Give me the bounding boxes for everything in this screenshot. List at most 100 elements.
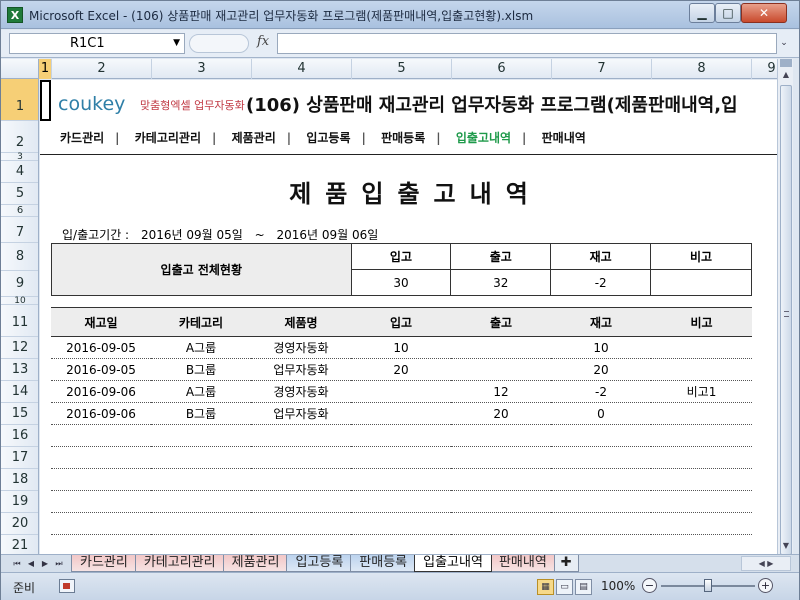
table-cell[interactable]: 비고1	[651, 380, 752, 403]
table-cell[interactable]: A그룹	[151, 380, 251, 403]
menu-item-stock-in[interactable]: 입고등록	[306, 129, 350, 146]
prev-sheet-icon[interactable]: ◀	[25, 556, 37, 571]
sheet-tab-card[interactable]: 카드관리	[71, 555, 137, 572]
row-header[interactable]: 6	[1, 205, 38, 217]
summary-value-stock[interactable]: -2	[550, 269, 652, 296]
record-macro-icon[interactable]	[59, 579, 75, 593]
row-header[interactable]: 11	[1, 305, 38, 337]
table-cell[interactable]	[251, 446, 351, 469]
table-cell[interactable]	[251, 424, 351, 447]
sheet-tab-inout-history[interactable]: 입출고내역	[414, 555, 492, 572]
table-cell[interactable]: A그룹	[151, 336, 251, 359]
sheet-tab-sales-entry[interactable]: 판매등록	[350, 555, 417, 572]
sheet-tab-product[interactable]: 제품관리	[222, 555, 289, 572]
menu-item-inout-history[interactable]: 입출고내역	[456, 129, 511, 146]
table-cell[interactable]: 2016-09-06	[51, 380, 151, 403]
table-cell[interactable]	[351, 402, 451, 425]
period-start-date[interactable]: 2016년 09월 05일	[141, 228, 243, 242]
scroll-down-icon[interactable]: ▼	[778, 538, 794, 554]
scroll-thumb[interactable]	[780, 85, 792, 555]
table-cell[interactable]: 2016-09-05	[51, 336, 151, 359]
worksheet-grid[interactable]: coukey 맞춤형엑셀 업무자동화 (106) 상품판매 재고관리 업무자동화…	[40, 80, 777, 554]
first-sheet-icon[interactable]: ⏮	[11, 556, 23, 571]
row-header[interactable]: 17	[1, 447, 38, 469]
table-cell[interactable]: 업무자동화	[251, 358, 351, 381]
table-cell[interactable]: 업무자동화	[251, 402, 351, 425]
page-break-view-icon[interactable]: ▤	[575, 579, 592, 595]
excel-app-icon[interactable]: X	[7, 7, 23, 23]
close-button[interactable]: ✕	[741, 3, 787, 23]
row-header[interactable]: 13	[1, 359, 38, 381]
table-cell[interactable]: 경영자동화	[251, 380, 351, 403]
row-header[interactable]: 14	[1, 381, 38, 403]
table-cell[interactable]	[551, 468, 651, 491]
table-cell[interactable]	[51, 490, 151, 513]
table-cell[interactable]	[551, 446, 651, 469]
table-cell[interactable]	[451, 358, 551, 381]
split-handle[interactable]	[780, 59, 792, 67]
table-cell[interactable]	[351, 512, 451, 535]
table-cell[interactable]	[651, 512, 752, 535]
table-cell[interactable]	[151, 512, 251, 535]
name-box[interactable]: R1C1 ▼	[9, 33, 185, 54]
table-cell[interactable]: 0	[551, 402, 651, 425]
table-cell[interactable]	[551, 490, 651, 513]
table-cell[interactable]: -2	[551, 380, 651, 403]
column-header[interactable]: 1	[39, 59, 52, 79]
table-cell[interactable]	[151, 468, 251, 491]
table-cell[interactable]	[251, 490, 351, 513]
table-cell[interactable]	[551, 512, 651, 535]
column-header[interactable]: 4	[252, 59, 352, 79]
table-cell[interactable]	[151, 490, 251, 513]
row-header[interactable]: 1	[1, 79, 38, 121]
row-header[interactable]: 5	[1, 183, 38, 205]
row-header[interactable]: 15	[1, 403, 38, 425]
column-header[interactable]: 2	[52, 59, 152, 79]
column-header[interactable]: 3	[152, 59, 252, 79]
vertical-scrollbar[interactable]: ▲ ▼	[777, 59, 794, 555]
scroll-up-icon[interactable]: ▲	[778, 67, 794, 83]
last-sheet-icon[interactable]: ⏭	[53, 556, 65, 571]
menu-item-category[interactable]: 카테고리관리	[135, 129, 201, 146]
table-cell[interactable]	[651, 490, 752, 513]
expand-formula-bar-icon[interactable]: ⌄	[777, 33, 791, 54]
row-header[interactable]: 12	[1, 337, 38, 359]
formula-input[interactable]	[277, 33, 777, 54]
table-cell[interactable]: B그룹	[151, 358, 251, 381]
table-cell[interactable]	[551, 424, 651, 447]
table-cell[interactable]	[51, 512, 151, 535]
summary-value-out[interactable]: 32	[450, 269, 552, 296]
menu-item-card[interactable]: 카드관리	[60, 129, 104, 146]
row-header[interactable]: 20	[1, 513, 38, 535]
sheet-tab-stock-in[interactable]: 입고등록	[286, 555, 353, 572]
row-header[interactable]: 21	[1, 535, 38, 554]
zoom-in-icon[interactable]: +	[758, 578, 773, 593]
table-cell[interactable]: 10	[351, 336, 451, 359]
table-cell[interactable]	[451, 446, 551, 469]
zoom-out-icon[interactable]: −	[642, 578, 657, 593]
menu-item-sales-entry[interactable]: 판매등록	[381, 129, 425, 146]
row-header[interactable]: 7	[1, 217, 38, 243]
insert-sheet-icon[interactable]: ✚	[553, 555, 579, 572]
next-sheet-icon[interactable]: ▶	[39, 556, 51, 571]
table-cell[interactable]	[451, 512, 551, 535]
table-cell[interactable]	[251, 468, 351, 491]
sheet-tab-sales-history[interactable]: 판매내역	[489, 555, 556, 572]
column-header[interactable]: 7	[552, 59, 652, 79]
row-header[interactable]: 4	[1, 161, 38, 183]
summary-value-in[interactable]: 30	[350, 269, 452, 296]
column-header[interactable]: 6	[452, 59, 552, 79]
sheet-tab-category[interactable]: 카테고리관리	[134, 555, 225, 572]
page-layout-view-icon[interactable]: ▭	[556, 579, 573, 595]
table-cell[interactable]	[351, 490, 451, 513]
table-cell[interactable]	[151, 424, 251, 447]
table-cell[interactable]	[451, 424, 551, 447]
horizontal-scrollbar[interactable]: ◀ ▶	[741, 556, 791, 571]
table-cell[interactable]	[451, 468, 551, 491]
table-cell[interactable]	[651, 358, 752, 381]
table-cell[interactable]	[651, 336, 752, 359]
insert-function-icon[interactable]: fx	[257, 34, 269, 49]
table-cell[interactable]	[651, 402, 752, 425]
row-header[interactable]: 18	[1, 469, 38, 491]
name-box-dropdown-icon[interactable]: ▼	[173, 34, 180, 53]
